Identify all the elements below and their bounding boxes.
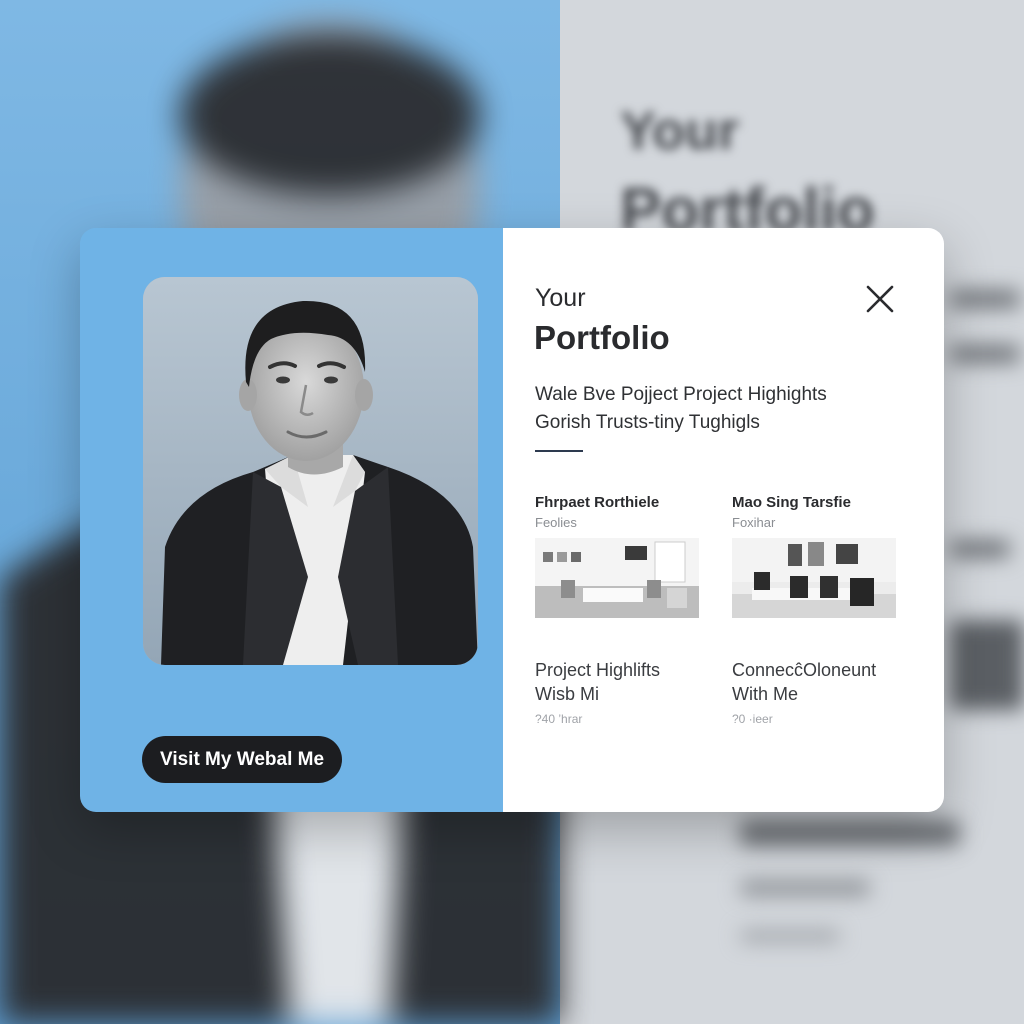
background-text-blur — [950, 290, 1020, 308]
project-title: Fhrpaet Rorthiele — [535, 494, 660, 511]
link-meta: ?40 ’hrar — [535, 712, 583, 726]
link-title: ConnecĉOloneunt — [732, 660, 877, 680]
project-card[interactable]: Mao Sing Tarsfie Foxihar — [732, 494, 897, 618]
dialog-left-panel: Visit My Webal Me — [80, 228, 503, 812]
project-card[interactable]: Fhrpaet Rorthiele Feolies — [535, 494, 700, 618]
dialog-subtitle-line2: Gorish Trusts-tiny Tughigls — [535, 412, 760, 433]
background-text-blur — [740, 820, 960, 846]
profile-photo — [143, 277, 478, 665]
portfolio-dialog: Visit My Webal Me Your Portfolio Wale Bv… — [80, 228, 944, 812]
connect-link[interactable]: ConnecĉOloneunt With Me ?0 ·ieer — [732, 658, 876, 726]
project-thumbnail — [535, 538, 699, 618]
project-caption: Foxihar — [732, 515, 776, 530]
project-highlights-link[interactable]: Project Highlifts Wisb Mi ?40 ’hrar — [535, 658, 660, 726]
link-title: Project Highlifts — [535, 660, 661, 680]
project-caption: Feolies — [535, 515, 577, 530]
link-subtitle: With Me — [732, 684, 799, 704]
link-meta: ?0 ·ieer — [732, 712, 773, 726]
close-icon — [866, 285, 894, 313]
background-image-blur — [950, 620, 1024, 710]
section-divider — [535, 450, 583, 452]
link-subtitle: Wisb Mi — [535, 684, 599, 704]
background-text-blur — [740, 880, 870, 896]
visit-website-button[interactable]: Visit My Webal Me — [142, 736, 343, 783]
project-thumbnail — [732, 538, 896, 618]
background-text-blur — [740, 930, 840, 942]
dialog-subtitle-line1: Wale Bve Pojject Project Highights — [535, 384, 827, 405]
dialog-title-line1: Your — [535, 284, 586, 312]
dialog-right-panel: Your Portfolio Wale Bve Pojject Project … — [503, 228, 944, 812]
dialog-title: Portfolio — [534, 319, 670, 356]
background-title-your: Your — [620, 101, 739, 161]
background-text-blur — [950, 345, 1020, 363]
background-text-blur — [950, 540, 1010, 558]
portrait-image — [143, 277, 478, 665]
project-title: Mao Sing Tarsfie — [732, 494, 851, 511]
close-button[interactable] — [865, 284, 895, 314]
